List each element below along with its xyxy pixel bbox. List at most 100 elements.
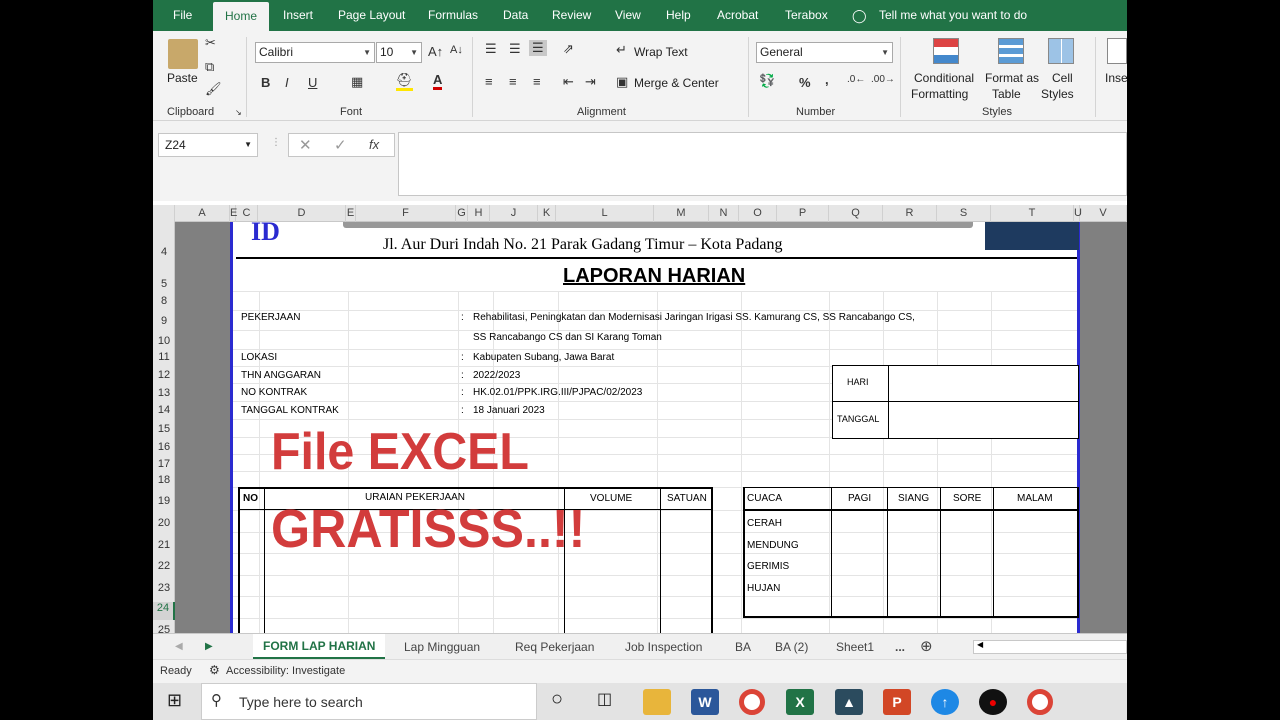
row-header[interactable]: 12 [153, 369, 175, 381]
cancel-icon[interactable]: ✕ [299, 136, 312, 154]
font-name-combo[interactable]: Calibri ▼ [255, 42, 375, 63]
scroll-right-icon[interactable]: ▶ [205, 637, 213, 657]
worksheet-area[interactable]: ID Jl. Aur Duri Indah No. 21 Parak Gadan… [175, 222, 1127, 633]
insert-cells-button[interactable]: Inse [1105, 71, 1127, 85]
bold-button[interactable]: B [261, 75, 270, 90]
column-header[interactable]: A [175, 205, 230, 222]
paste-icon[interactable] [168, 39, 198, 69]
row-header[interactable]: 21 [153, 539, 175, 551]
sheet-tab-form-lap-harian[interactable]: FORM LAP HARIAN [253, 634, 386, 659]
enter-check-icon[interactable]: ✓ [334, 136, 347, 154]
row-header[interactable]: 18 [153, 474, 175, 486]
select-all-corner[interactable] [153, 205, 175, 222]
sheet-tab-job-inspection[interactable]: Job Inspection [625, 637, 702, 657]
accounting-format-icon[interactable]: 💱 [759, 73, 775, 89]
windows-start-icon[interactable]: ⊞ [167, 690, 182, 711]
decrease-decimal-icon[interactable]: .00→ [871, 74, 895, 85]
sheet-tab-lap-mingguan[interactable]: Lap Mingguan [404, 637, 480, 657]
borders-icon[interactable]: ▦ [351, 74, 363, 90]
accessibility-status[interactable]: Accessibility: Investigate [226, 665, 345, 677]
orientation-icon[interactable]: ⇗ [563, 41, 574, 57]
align-center-icon[interactable]: ≡ [509, 74, 517, 89]
column-header[interactable]: D [258, 205, 346, 222]
tab-view[interactable]: View [615, 0, 641, 31]
column-header[interactable]: L [556, 205, 654, 222]
chrome-icon[interactable] [739, 689, 765, 715]
row-header[interactable]: 20 [153, 517, 175, 529]
powerpoint-icon[interactable]: P [883, 689, 911, 715]
row-header[interactable]: 16 [153, 441, 175, 453]
file-explorer-icon[interactable] [643, 689, 671, 715]
increase-decimal-icon[interactable]: .0← [847, 74, 865, 85]
tab-terabox[interactable]: Terabox [785, 0, 828, 31]
excel-icon[interactable]: X [786, 689, 814, 715]
conditional-formatting-label-2[interactable]: Formatting [911, 87, 968, 101]
column-header[interactable]: N [709, 205, 739, 222]
align-right-icon[interactable]: ≡ [533, 74, 541, 89]
tab-file[interactable]: File [173, 0, 192, 31]
dialog-launcher-icon[interactable]: ↘ [235, 108, 242, 117]
tab-formulas[interactable]: Formulas [428, 0, 478, 31]
format-as-table-label-1[interactable]: Format as [985, 71, 1039, 85]
row-header[interactable]: 9 [153, 315, 175, 327]
cell-styles-label-2[interactable]: Styles [1041, 87, 1074, 101]
word-icon[interactable]: W [691, 689, 719, 715]
increase-indent-icon[interactable]: ⇥ [585, 74, 596, 90]
sheet-tab-ba[interactable]: BA [735, 637, 751, 657]
tab-data[interactable]: Data [503, 0, 528, 31]
sheet-tab-ba-2[interactable]: BA (2) [775, 637, 808, 657]
merge-center-button[interactable]: Merge & Center [634, 76, 719, 90]
row-header[interactable]: 22 [153, 560, 175, 572]
align-bottom-icon[interactable]: ☰ [529, 40, 547, 56]
underline-button[interactable]: U [308, 75, 317, 90]
fill-color-icon[interactable]: ⛑ [396, 72, 413, 91]
tab-page-layout[interactable]: Page Layout [338, 0, 405, 31]
number-format-combo[interactable]: General ▼ [756, 42, 893, 63]
column-header[interactable]: G [456, 205, 468, 222]
cell-styles-label-1[interactable]: Cell [1052, 71, 1073, 85]
tab-acrobat[interactable]: Acrobat [717, 0, 758, 31]
row-header[interactable]: 15 [153, 423, 175, 435]
increase-font-icon[interactable]: A↑ [428, 44, 443, 59]
column-header[interactable]: M [654, 205, 709, 222]
sheet-tab-sheet1[interactable]: Sheet1 [836, 637, 874, 657]
column-header[interactable]: S [937, 205, 991, 222]
row-header[interactable]: 23 [153, 582, 175, 594]
wrap-text-button[interactable]: Wrap Text [634, 45, 688, 59]
tab-home[interactable]: Home [213, 2, 270, 31]
tab-help[interactable]: Help [666, 0, 691, 31]
column-header[interactable]: V [1080, 205, 1127, 222]
decrease-indent-icon[interactable]: ⇤ [563, 74, 574, 90]
row-header[interactable]: 8 [153, 295, 175, 307]
row-header[interactable]: 10 [153, 335, 175, 347]
comma-style-button[interactable]: , [825, 72, 829, 87]
app-icon[interactable]: ▲ [835, 689, 863, 715]
column-header[interactable]: K [538, 205, 556, 222]
task-view-icon[interactable]: ◫ [597, 689, 612, 709]
align-middle-icon[interactable]: ☰ [509, 41, 521, 57]
row-header[interactable]: 17 [153, 458, 175, 470]
horizontal-scrollbar[interactable]: ◀ [973, 640, 1127, 654]
conditional-formatting-label-1[interactable]: Conditional [914, 71, 974, 85]
copy-icon[interactable]: ⧉ [205, 59, 214, 75]
tab-insert[interactable]: Insert [283, 0, 313, 31]
row-header[interactable]: 14 [153, 404, 175, 416]
font-color-icon[interactable]: A [433, 72, 443, 90]
tell-me-search[interactable]: Tell me what you want to do [879, 0, 1027, 31]
percent-style-button[interactable]: % [799, 75, 811, 90]
column-header[interactable]: E [346, 205, 356, 222]
cortana-icon[interactable]: ○ [551, 688, 563, 711]
column-header[interactable]: P [777, 205, 829, 222]
insert-function-button[interactable]: fx [369, 137, 379, 152]
column-header[interactable]: Q [829, 205, 883, 222]
formula-input[interactable] [398, 132, 1127, 196]
add-sheet-icon[interactable]: ⊕ [920, 637, 933, 657]
column-header[interactable]: H [468, 205, 490, 222]
scroll-left-icon[interactable]: ◀ [175, 637, 183, 657]
align-left-icon[interactable]: ≡ [485, 74, 493, 89]
column-header[interactable]: J [490, 205, 538, 222]
row-header[interactable]: 19 [153, 495, 175, 507]
more-sheets-button[interactable]: ... [895, 637, 905, 657]
cut-icon[interactable]: ✂ [205, 35, 216, 51]
cloud-upload-icon[interactable]: ↑ [931, 689, 959, 715]
